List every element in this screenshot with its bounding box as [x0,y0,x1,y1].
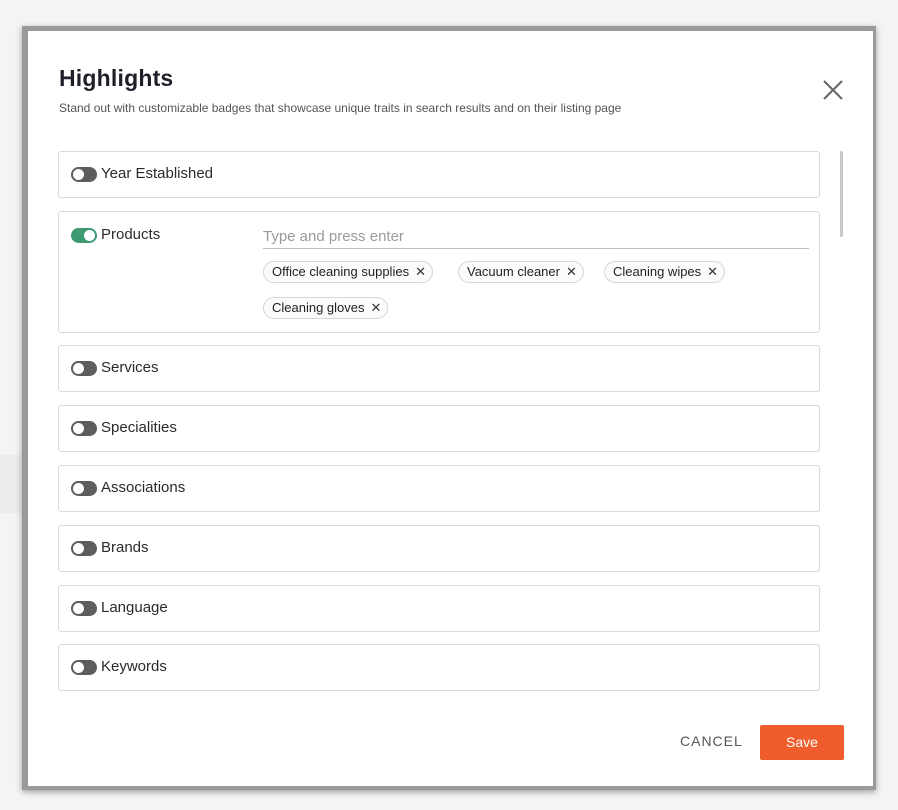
close-button[interactable] [820,77,846,103]
toggle-knob [73,423,84,434]
section-label: Products [101,226,161,243]
section-services: Services [58,345,820,392]
toggle-knob [84,230,95,241]
toggle-knob [73,603,84,614]
section-brands: Brands [58,525,820,572]
close-icon[interactable]: ✕ [371,298,382,318]
tag-chip: Cleaning wipes ✕ [604,261,726,283]
toggle-knob [73,662,84,673]
section-associations: Associations [58,465,820,512]
tag-chip: Office cleaning supplies ✕ [263,261,433,283]
toggle-brands[interactable] [71,541,97,556]
section-year-established: Year Established [58,151,820,198]
cancel-button[interactable]: CANCEL [680,733,743,749]
highlights-dialog: Highlights Stand out with customizable b… [28,31,873,786]
toggle-associations[interactable] [71,481,97,496]
section-label: Year Established [101,165,214,182]
toggle-products[interactable] [71,228,97,243]
toggle-keywords[interactable] [71,660,97,675]
close-icon[interactable]: ✕ [707,262,718,282]
tag-label: Cleaning gloves [272,300,365,315]
section-keywords: Keywords [58,644,820,691]
tag-chip: Cleaning gloves ✕ [263,297,389,319]
toggle-language[interactable] [71,601,97,616]
section-label: Language [101,599,168,616]
toggle-knob [73,543,84,554]
dialog-title: Highlights [59,65,174,91]
section-products: Products Office cleaning supplies ✕ Vacuu… [58,211,820,333]
section-label: Associations [101,479,186,496]
toggle-services[interactable] [71,361,97,376]
tag-label: Vacuum cleaner [467,264,560,279]
section-label: Specialities [101,419,177,436]
tag-label: Cleaning wipes [613,264,702,279]
close-icon[interactable]: ✕ [415,262,426,282]
toggle-knob [73,169,84,180]
close-icon [823,80,843,100]
section-label: Brands [101,539,149,556]
section-label: Keywords [101,658,167,675]
section-language: Language [58,585,820,632]
section-specialities: Specialities [58,405,820,452]
list-scrollbar[interactable] [840,151,843,237]
tag-label: Office cleaning supplies [272,264,410,279]
dialog-subtitle: Stand out with customizable badges that … [59,101,622,115]
toggle-knob [73,483,84,494]
products-input[interactable] [263,224,809,249]
toggle-specialities[interactable] [71,421,97,436]
toggle-knob [73,363,84,374]
save-button[interactable]: Save [760,725,844,760]
tag-chip: Vacuum cleaner ✕ [458,261,584,283]
close-icon[interactable]: ✕ [566,262,577,282]
section-label: Services [101,359,159,376]
toggle-year-established[interactable] [71,167,97,182]
